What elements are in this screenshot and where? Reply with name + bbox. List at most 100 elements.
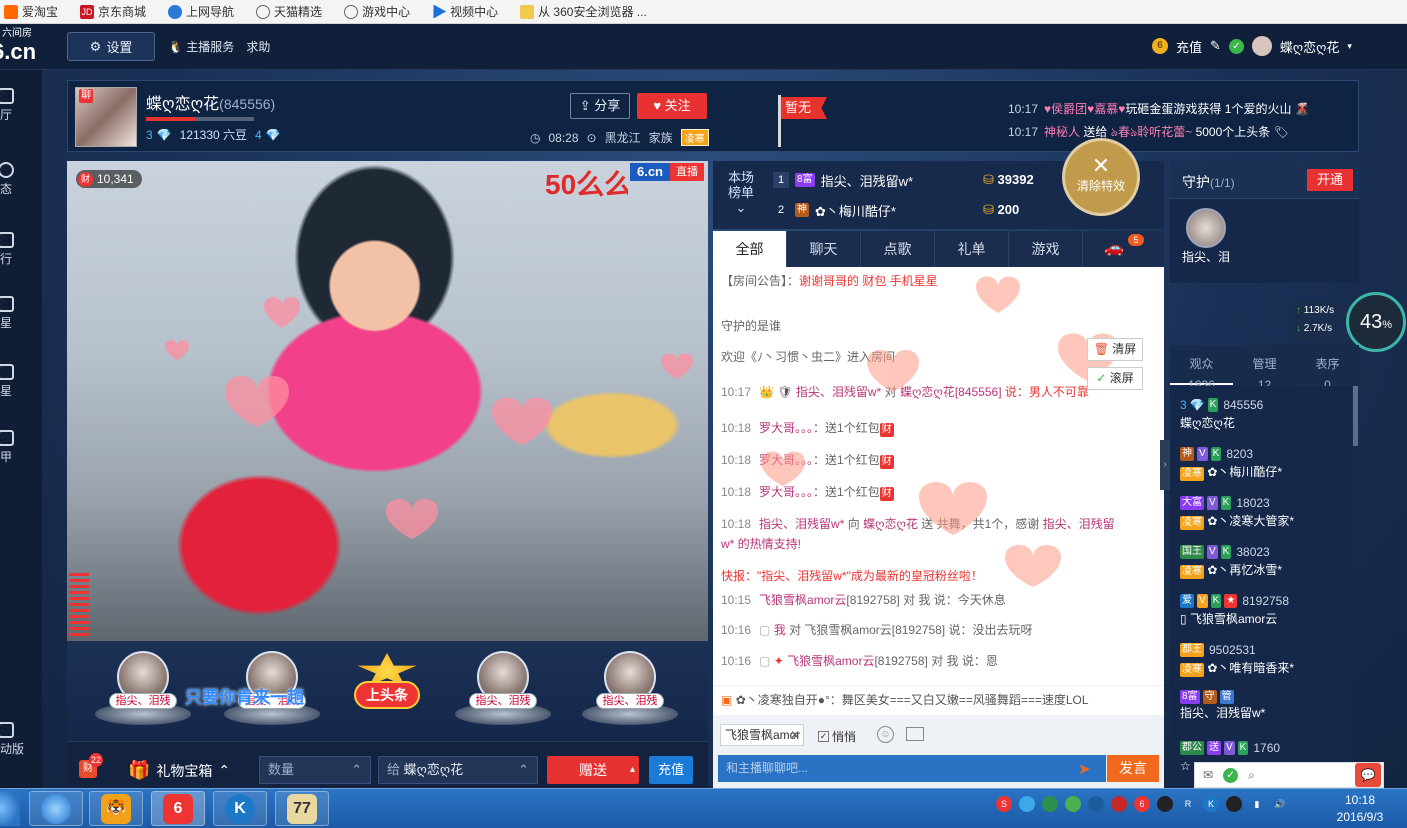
start-button[interactable] — [0, 790, 20, 826]
tray-qq-icon[interactable] — [1226, 796, 1242, 812]
user-avatar[interactable] — [1251, 36, 1272, 56]
bookmark-video[interactable]: 视频中心 — [432, 3, 498, 20]
viewer-item[interactable]: 8富守管指尖、泪残留w* — [1180, 690, 1350, 722]
tray-shield-icon[interactable] — [1042, 796, 1058, 812]
tab-viewers[interactable]: 观众 1836 — [1170, 345, 1233, 392]
tray-dota-icon[interactable] — [1157, 796, 1173, 812]
tray-s-icon[interactable]: S — [996, 796, 1012, 812]
send-gift-button[interactable]: 赠送 ▴ — [547, 756, 639, 784]
emoji-icon[interactable]: ☺ — [877, 726, 894, 743]
settings-button[interactable]: ⚙ 设置 — [67, 32, 155, 61]
open-guard-button[interactable]: 开通 — [1307, 169, 1353, 191]
check-icon: ✓ — [1096, 371, 1107, 385]
tray-k-icon[interactable]: K — [1203, 796, 1219, 812]
bookmark-tmall[interactable]: 天猫精选 — [256, 3, 322, 20]
headline-icon: 🏷 — [1273, 125, 1289, 139]
chevron-down-icon[interactable]: ▾ — [1347, 41, 1352, 52]
bookmark-games[interactable]: 游戏中心 — [344, 3, 410, 20]
sidebar-item-hall[interactable]: 厅 — [0, 88, 42, 123]
recipient-select[interactable]: 给 蝶ღ恋ღ花 ⌃ — [378, 756, 538, 784]
user-name[interactable]: 蝶ღ恋ღ花 — [1280, 37, 1339, 56]
share-button[interactable]: ⇪ 分享 — [570, 93, 630, 119]
taskbar-6cn[interactable]: 6 — [151, 791, 205, 826]
viewer-item[interactable]: 爱 V K ★ 8192758 ▯ 飞狼雪枫amor云 — [1180, 592, 1350, 628]
tray-input-icon[interactable]: R — [1180, 796, 1196, 812]
chat-log[interactable]: 【房间公告】：谢谢哥哥的 财包 手机星星 守护的是谁 欢迎《ﾉ丶习惯丶虫二》进入… — [713, 267, 1164, 715]
viewer-item[interactable]: 3 💎 K 845556 蝶ღ恋ღ花 — [1180, 396, 1350, 432]
taskbar-k[interactable]: K — [213, 791, 267, 826]
scroll-lock-button[interactable]: ✓ 滚屏 — [1087, 367, 1143, 390]
collapse-panel-button[interactable]: › — [1160, 440, 1170, 490]
tray-ball-icon[interactable] — [1019, 796, 1035, 812]
tray-volume-icon[interactable]: 🔊 — [1272, 796, 1288, 812]
sidebar-item-rank[interactable]: 行 — [0, 232, 42, 267]
seat[interactable]: 指尖、泪残 — [582, 651, 678, 725]
send-message-button[interactable]: 发言 — [1107, 755, 1159, 782]
tab-gifts[interactable]: 礼单 — [935, 231, 1009, 267]
taskbar-game[interactable]: 🐯 — [89, 791, 143, 826]
clear-effects-button[interactable]: ✕ 清除特效 — [1062, 138, 1140, 216]
user-area: 6 充值 ✎ ✓ 蝶ღ恋ღ花 ▾ — [1152, 36, 1352, 56]
help-link[interactable]: 求助 — [246, 38, 270, 55]
tray-360-icon[interactable] — [1065, 796, 1081, 812]
tab-games[interactable]: 游戏 — [1009, 231, 1083, 267]
mail-icon[interactable]: ✉ — [1203, 768, 1213, 782]
whisper-checkbox[interactable]: ✓ 悄悄 — [818, 728, 856, 745]
sidebar-item-star[interactable]: 星 — [0, 296, 42, 331]
viewer-item[interactable]: 郡王 9502531 凌寒 ✿丶唯有暗香来* — [1180, 641, 1350, 677]
tab-songs[interactable]: 点歌 — [861, 231, 935, 267]
rank-label[interactable]: 本场 榜单 ⌄ — [728, 170, 754, 215]
memory-ring[interactable]: 43% — [1346, 292, 1406, 352]
seat[interactable]: 指尖、泪残 — [455, 651, 551, 725]
search-icon[interactable]: ⌕ — [1248, 768, 1255, 783]
rank-row[interactable]: 2 神 ✿丶梅川酷仔* ⛁ 200 — [773, 199, 1093, 221]
headline-button[interactable]: 上头条 — [352, 651, 422, 725]
bookmark-taobao[interactable]: 爱淘宝 — [4, 3, 58, 20]
chat-recipient-chip[interactable]: 飞狼雪枫amor ✕ — [720, 724, 804, 746]
image-icon[interactable] — [906, 727, 924, 741]
chat-badge-icon: 聊 — [79, 89, 93, 103]
bookmark-nav[interactable]: 上网导航 — [168, 3, 234, 20]
family-link[interactable]: 家族 — [649, 129, 673, 146]
bookmark-folder[interactable]: 从 360安全浏览器 ... — [520, 3, 647, 20]
sidebar-item-armor[interactable]: 甲 — [0, 430, 42, 465]
tray-network-icon[interactable]: ▮ — [1249, 796, 1265, 812]
follow-button[interactable]: ♥ 关注 — [637, 93, 707, 119]
guard-avatar[interactable] — [1186, 208, 1226, 248]
tab-chat[interactable]: 聊天 — [787, 231, 861, 267]
tab-all[interactable]: 全部 — [713, 231, 787, 267]
gift-box-button[interactable]: 🎁 礼物宝箱 ⌃ — [128, 760, 230, 781]
bookmark-jd[interactable]: JD 京东商城 — [80, 3, 146, 20]
tray-six-icon[interactable]: 6 — [1134, 796, 1150, 812]
clear-screen-button[interactable]: 🗑 清屏 — [1087, 338, 1143, 361]
tab-admins[interactable]: 管理 12 — [1233, 345, 1296, 392]
chat-input[interactable]: 和主播聊聊吧... — [718, 755, 1106, 782]
anchor-service-link[interactable]: 🐧 主播服务 — [168, 38, 234, 55]
taskbar-77[interactable]: 77 — [275, 791, 329, 826]
viewer-item[interactable]: 神 V K 8203 凌寒 ✿丶梅川酷仔* — [1180, 445, 1350, 481]
taskbar-ie[interactable] — [29, 791, 83, 826]
sidebar-item-status[interactable]: 态 — [0, 162, 42, 197]
site-logo[interactable]: 六间房6.cn — [0, 26, 40, 66]
seat[interactable]: 指尖、泪残 — [95, 651, 191, 725]
live-video[interactable] — [67, 161, 708, 641]
chat-line: 10:18 罗大哥。。。：送1个红包财 — [721, 453, 894, 469]
message-icon[interactable]: 💬 — [1355, 763, 1381, 787]
tab-order[interactable]: 表序 0 — [1296, 345, 1359, 392]
rank-row[interactable]: 1 8富 指尖、泪残留w* ⛁ 39392 — [773, 169, 1093, 191]
mic-level-icon[interactable] — [69, 573, 89, 639]
verified-icon[interactable]: ✓ — [1223, 767, 1239, 783]
recharge-link[interactable]: 充值 — [1176, 37, 1202, 56]
sidebar-item-star2[interactable]: 星 — [0, 364, 42, 399]
taskbar-clock[interactable]: 10:18 2016/9/3 — [1320, 792, 1400, 826]
sidebar-item-mobile[interactable]: 动版 — [0, 722, 42, 757]
edit-icon[interactable]: ✎ — [1210, 38, 1221, 54]
tray-pen-icon[interactable] — [1111, 796, 1127, 812]
viewer-item[interactable]: 国王 V K 38023 凌寒 ✿丶再忆冰雪* — [1180, 543, 1350, 579]
quantity-input[interactable]: 数量 ⌃ — [259, 756, 371, 784]
tray-shield2-icon[interactable] — [1088, 796, 1104, 812]
viewer-item[interactable]: 大富 V K 18023 凌寒 ✿丶凌寒大管家* — [1180, 494, 1350, 530]
recharge-button[interactable]: 充值 — [649, 756, 693, 784]
viewer-scrollbar[interactable] — [1353, 386, 1358, 446]
paper-plane-icon[interactable]: ➤ — [1078, 760, 1091, 778]
